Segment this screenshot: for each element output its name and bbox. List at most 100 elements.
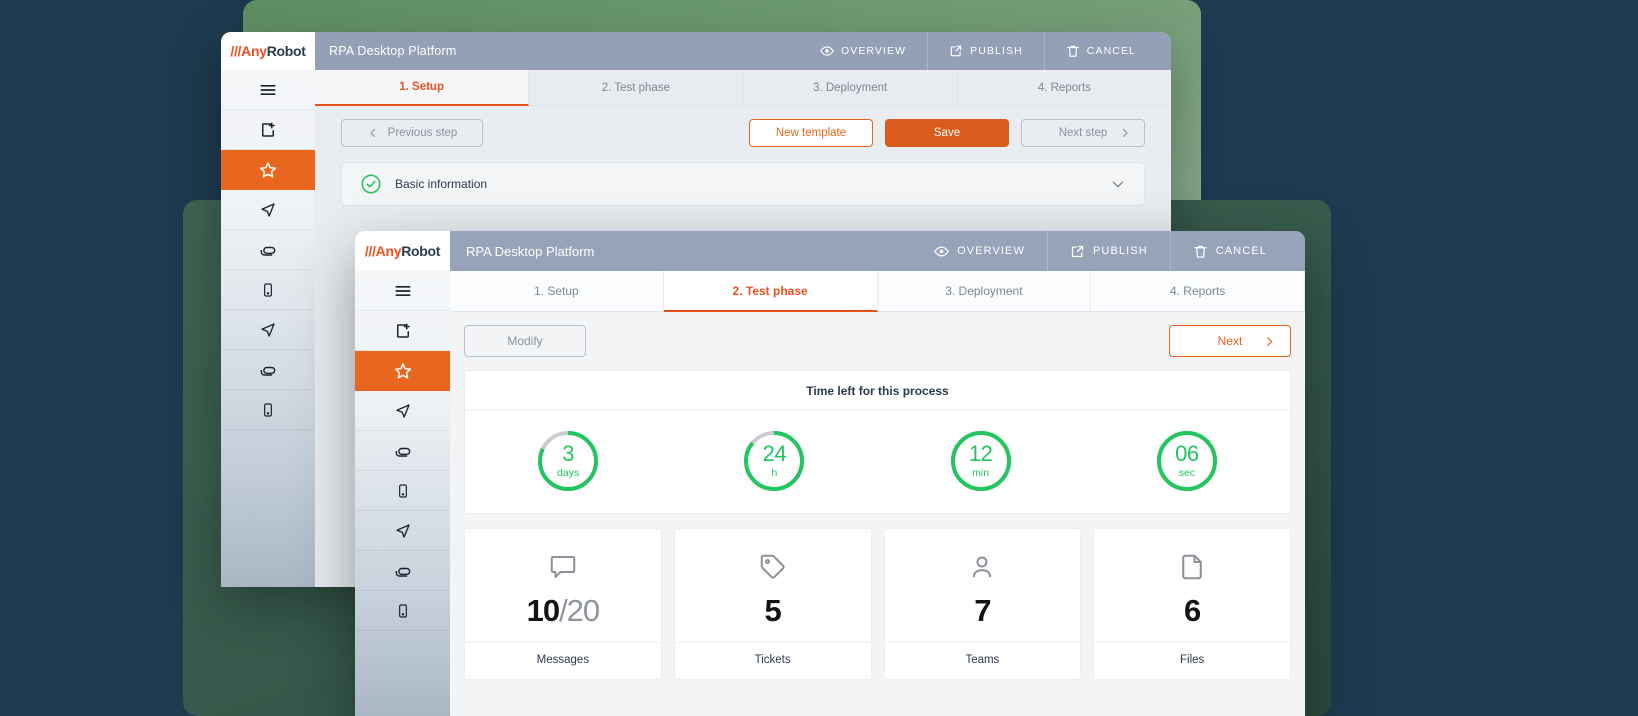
- tab-setup-label: 1. Setup: [399, 81, 444, 93]
- add-file-icon: [259, 121, 277, 139]
- sidebar-item-menu[interactable]: [355, 271, 450, 311]
- layers-icon: [258, 240, 278, 260]
- mobile-icon: [260, 282, 276, 298]
- sidebar-item-favorites[interactable]: [355, 351, 450, 391]
- logo-slashes: ///: [364, 243, 376, 259]
- tab-deployment[interactable]: 3. Deployment: [877, 271, 1092, 312]
- tab-reports-label: 4. Reports: [1169, 284, 1226, 298]
- timer-values-seconds: 06 sec: [1155, 429, 1219, 493]
- sidebar-item-send-2[interactable]: [221, 310, 315, 350]
- user-icon: [967, 551, 997, 583]
- send-icon: [259, 321, 277, 339]
- timer-ring-hours: 24 h: [742, 429, 806, 493]
- back-logo-cell[interactable]: ///AnyRobot: [221, 32, 315, 70]
- sidebar-item-favorites[interactable]: [221, 150, 315, 190]
- send-icon: [394, 522, 412, 540]
- back-titlebar: RPA Desktop Platform OVERVIEW PUBLISH CA…: [315, 32, 1171, 70]
- stat-value-primary: 7: [974, 593, 991, 628]
- timer-cell-hours: 24 h: [671, 429, 877, 493]
- front-titlebar: RPA Desktop Platform OVERVIEW PUBLISH CA…: [450, 231, 1305, 271]
- front-cancel-button[interactable]: CANCEL: [1169, 231, 1289, 271]
- basic-information-label: Basic information: [395, 177, 488, 191]
- sidebar-item-layers-2[interactable]: [221, 350, 315, 390]
- front-publish-button[interactable]: PUBLISH: [1046, 231, 1170, 271]
- stat-card-tickets[interactable]: 5 Tickets: [673, 528, 872, 680]
- next-button[interactable]: Next: [1169, 325, 1291, 357]
- sidebar-item-send[interactable]: [221, 190, 315, 230]
- sidebar-item-mobile[interactable]: [221, 270, 315, 310]
- timer-ring-days: 3 days: [536, 429, 600, 493]
- stat-value-teams: 7: [974, 593, 991, 628]
- sidebar-item-add-file[interactable]: [355, 311, 450, 351]
- front-window: ///AnyRobot RPA Desktop Platform OVERVIE…: [355, 231, 1305, 716]
- stat-value-tickets: 5: [765, 595, 782, 626]
- tab-setup[interactable]: 1. Setup: [315, 70, 530, 106]
- sidebar-item-send-2[interactable]: [355, 511, 450, 551]
- front-tabs: 1. Setup 2. Test phase 3. Deployment 4. …: [450, 271, 1305, 312]
- tab-reports[interactable]: 4. Reports: [1091, 271, 1305, 312]
- front-publish-label: PUBLISH: [1092, 245, 1148, 257]
- check-circle-icon: [360, 173, 382, 195]
- mobile-icon: [395, 483, 411, 499]
- back-window-topbar: ///AnyRobot RPA Desktop Platform OVERVIE…: [221, 32, 1171, 70]
- sidebar-item-layers[interactable]: [355, 431, 450, 471]
- back-overview-button[interactable]: OVERVIEW: [810, 32, 927, 70]
- sidebar-item-layers[interactable]: [221, 230, 315, 270]
- stat-label-messages: Messages: [465, 642, 661, 679]
- stat-value-primary: 10: [526, 593, 560, 628]
- back-publish-button[interactable]: PUBLISH: [927, 32, 1044, 70]
- sidebar-item-menu[interactable]: [221, 70, 315, 110]
- stat-card-files[interactable]: 6 Files: [1093, 528, 1291, 680]
- timer-card: Time left for this process 3 days 24 h 1…: [464, 370, 1291, 514]
- timer-unit-hours: h: [771, 467, 778, 480]
- basic-information-panel[interactable]: Basic information: [341, 162, 1145, 206]
- previous-step-label: Previous step: [387, 127, 458, 139]
- chevron-down-icon[interactable]: [1110, 176, 1126, 192]
- tab-reports[interactable]: 4. Reports: [957, 70, 1171, 106]
- timer-cell-minutes: 12 min: [878, 429, 1084, 493]
- stats-row: 10/20 Messages 5 Tickets 7 Teams 6 Files: [450, 514, 1305, 680]
- timer-values-minutes: 12 min: [949, 429, 1013, 493]
- front-window-body: 1. Setup 2. Test phase 3. Deployment 4. …: [355, 271, 1305, 716]
- back-toolbar: Previous step New template Save Next ste…: [315, 106, 1171, 160]
- stat-card-teams[interactable]: 7 Teams: [883, 528, 1082, 680]
- tab-test-phase[interactable]: 2. Test phase: [663, 271, 878, 312]
- timer-unit-seconds: sec: [1178, 467, 1196, 480]
- hamburger-menu-icon: [393, 281, 413, 301]
- layers-icon: [258, 360, 278, 380]
- sidebar-item-send[interactable]: [355, 391, 450, 431]
- next-step-button[interactable]: Next step: [1021, 119, 1145, 147]
- sidebar-item-mobile-2[interactable]: [221, 390, 315, 430]
- star-icon: [393, 361, 413, 381]
- tab-deployment[interactable]: 3. Deployment: [743, 70, 958, 106]
- save-button[interactable]: Save: [885, 119, 1009, 147]
- back-cancel-button[interactable]: CANCEL: [1043, 32, 1157, 70]
- modify-button[interactable]: Modify: [464, 325, 586, 357]
- front-overview-label: OVERVIEW: [957, 245, 1025, 257]
- sidebar-item-layers-2[interactable]: [355, 551, 450, 591]
- front-cancel-label: CANCEL: [1215, 245, 1267, 257]
- tab-setup[interactable]: 1. Setup: [450, 271, 664, 312]
- sidebar-item-mobile[interactable]: [355, 471, 450, 511]
- previous-step-button[interactable]: Previous step: [341, 119, 483, 147]
- anyrobot-logo: ///AnyRobot: [364, 243, 441, 259]
- tab-setup-label: 1. Setup: [534, 284, 579, 298]
- external-link-icon: [1070, 244, 1085, 259]
- sidebar-item-add-file[interactable]: [221, 110, 315, 150]
- timer-unit-days: days: [557, 467, 580, 480]
- tab-test-phase[interactable]: 2. Test phase: [529, 70, 744, 106]
- new-template-button[interactable]: New template: [749, 119, 873, 147]
- mobile-icon: [260, 402, 276, 418]
- front-overview-button[interactable]: OVERVIEW: [912, 231, 1047, 271]
- stat-card-messages[interactable]: 10/20 Messages: [464, 528, 662, 680]
- front-sidebar: [355, 271, 450, 716]
- front-logo-cell[interactable]: ///AnyRobot: [355, 231, 450, 271]
- stat-value-primary: 6: [1184, 593, 1201, 628]
- external-link-icon: [949, 44, 963, 58]
- mobile-icon: [395, 603, 411, 619]
- front-window-topbar: ///AnyRobot RPA Desktop Platform OVERVIE…: [355, 231, 1305, 271]
- chat-bubble-icon: [548, 551, 578, 583]
- star-icon: [258, 160, 278, 180]
- new-template-label: New template: [775, 127, 847, 139]
- sidebar-item-mobile-2[interactable]: [355, 591, 450, 631]
